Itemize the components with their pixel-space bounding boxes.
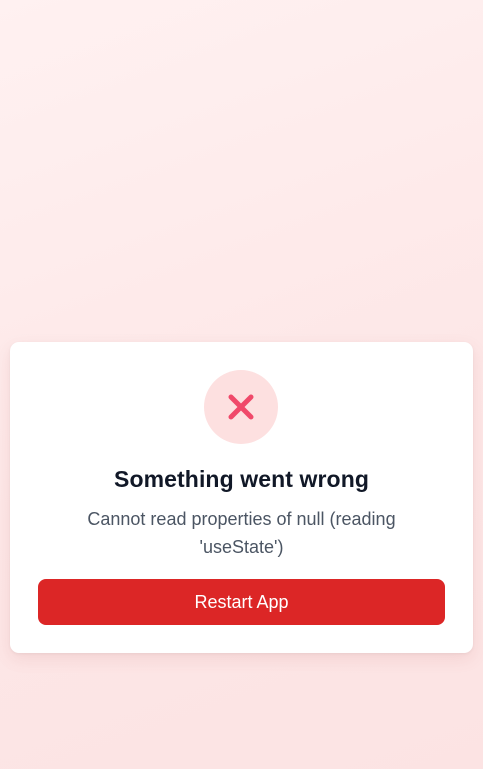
restart-app-button[interactable]: Restart App [38, 579, 445, 625]
error-message: Cannot read properties of null (reading … [87, 509, 396, 557]
error-title: Something went wrong [114, 466, 369, 492]
error-icon-badge [204, 370, 278, 444]
close-x-icon [228, 394, 254, 420]
error-card: Something went wrong Cannot read propert… [10, 342, 473, 653]
